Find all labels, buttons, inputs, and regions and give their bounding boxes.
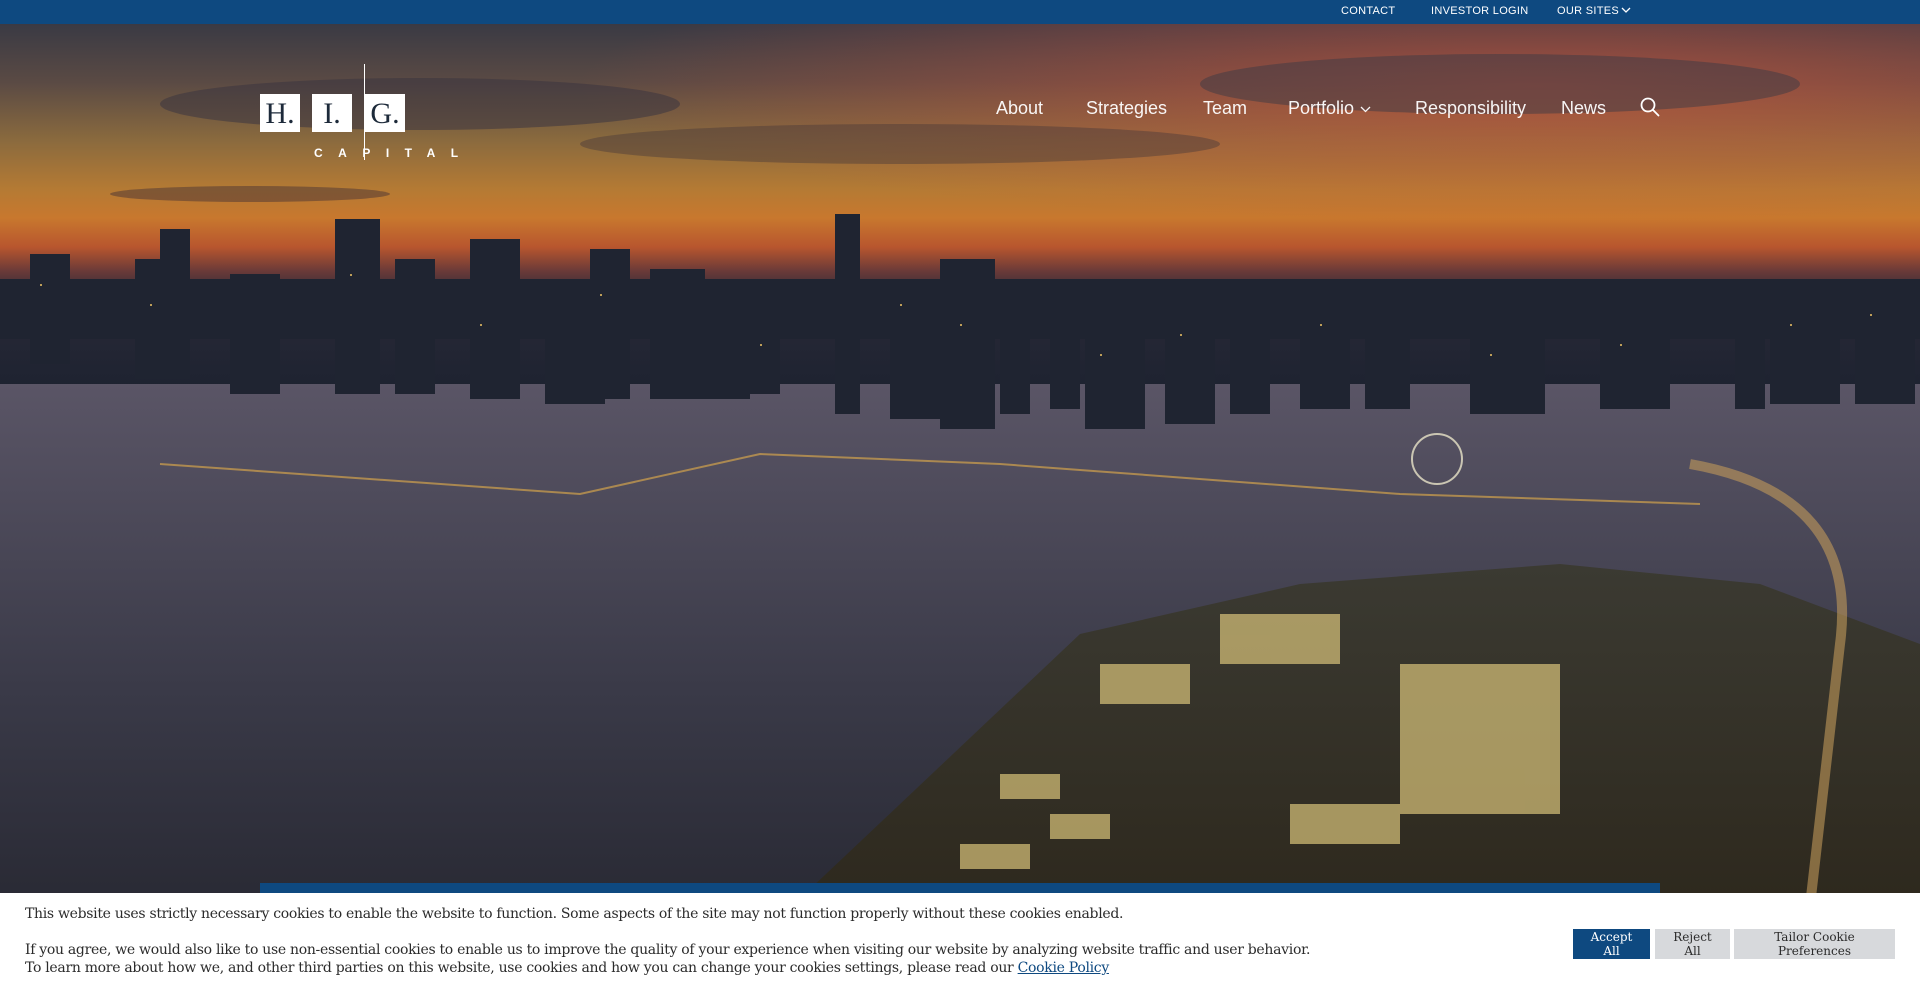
utility-bar: CONTACT INVESTOR LOGIN OUR SITES [0, 0, 1920, 24]
nav-item-strategies[interactable]: Strategies [1086, 96, 1167, 120]
search-icon[interactable] [1640, 97, 1660, 122]
nav-item-about[interactable]: About [996, 96, 1043, 120]
contact-link[interactable]: CONTACT [1341, 0, 1395, 24]
city-skyline-illustration [0, 24, 1920, 993]
nav-item-team[interactable]: Team [1203, 96, 1247, 120]
main-nav: About Strategies Team Portfolio Responsi… [0, 96, 1920, 124]
chevron-down-icon [1360, 106, 1371, 113]
nav-item-responsibility[interactable]: Responsibility [1415, 96, 1526, 120]
hero-image: H. I. G. CAPITAL [0, 24, 1920, 993]
cookie-policy-link[interactable]: Cookie Policy [1018, 960, 1110, 976]
nav-item-portfolio[interactable]: Portfolio [1288, 96, 1371, 120]
cookie-notice-necessary: This website uses strictly necessary coo… [25, 906, 1124, 922]
cookie-notice-text: If you agree, we would also like to use … [25, 942, 1311, 976]
nav-item-portfolio-label: Portfolio [1288, 98, 1355, 118]
accept-all-button[interactable]: Accept All [1573, 929, 1650, 959]
logo-subtitle: CAPITAL [314, 146, 474, 160]
chevron-down-icon [1621, 7, 1631, 13]
our-sites-label: OUR SITES [1557, 5, 1619, 17]
nav-item-news[interactable]: News [1561, 96, 1606, 120]
investor-login-link[interactable]: INVESTOR LOGIN [1431, 0, 1529, 24]
cookie-banner: This website uses strictly necessary coo… [0, 893, 1920, 993]
cookie-notice-optional: If you agree, we would also like to use … [25, 941, 1325, 977]
tailor-preferences-button[interactable]: Tailor Cookie Preferences [1734, 929, 1895, 959]
our-sites-dropdown[interactable]: OUR SITES [1557, 0, 1631, 24]
reject-all-button[interactable]: Reject All [1655, 929, 1730, 959]
